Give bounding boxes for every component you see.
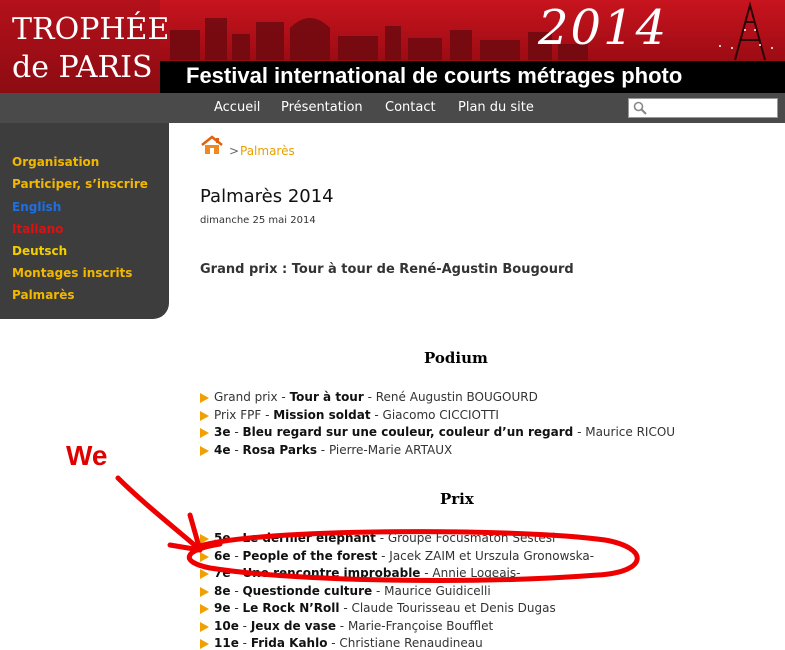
list-item: Prix FPF - Mission soldat - Giacomo CICC… — [200, 407, 675, 425]
content-corner — [169, 123, 785, 131]
list-item: 11e - Frida Kahlo - Christiane Renaudine… — [200, 635, 594, 650]
bullet-arrow-icon — [200, 410, 209, 421]
sidebar-item-montages-inscrits[interactable]: Montages inscrits — [12, 266, 132, 280]
list-item: 8e - Questionde culture - Maurice Guidic… — [200, 583, 594, 601]
list-item: 4e - Rosa Parks - Pierre-Marie ARTAUX — [200, 442, 675, 460]
sidebar-item-english[interactable]: English — [12, 200, 61, 214]
sidebar-item-palmares[interactable]: Palmarès — [12, 288, 74, 302]
home-icon[interactable] — [200, 135, 224, 155]
bullet-arrow-icon — [200, 586, 209, 597]
list-item: 6e - People of the forest - Jacek ZAIM e… — [200, 548, 594, 566]
list-item: 10e - Jeux de vase - Marie-Françoise Bou… — [200, 618, 594, 636]
bullet-arrow-icon — [200, 551, 209, 562]
logo-subtitle: de PARIS — [12, 50, 153, 85]
prix-heading: Prix — [440, 490, 474, 508]
page-title: Palmarès 2014 — [200, 186, 334, 207]
paris-skyline-illustration — [170, 1, 773, 60]
list-item: 5e - Le dernier éléphant - Groupe Focusm… — [200, 530, 594, 548]
nav-item-accueil[interactable]: Accueil — [214, 100, 260, 115]
bullet-arrow-icon — [200, 393, 209, 403]
list-item: 3e - Bleu regard sur une couleur, couleu… — [200, 424, 675, 442]
article-date: dimanche 25 mai 2014 — [200, 215, 316, 226]
bullet-arrow-icon — [200, 604, 209, 614]
bullet-arrow-icon — [200, 621, 209, 632]
list-item: 7e - Une rencontre improbable - Annie Lo… — [200, 565, 594, 583]
bullet-arrow-icon — [200, 569, 209, 579]
sidebar: Organisation Participer, s’inscrire Engl… — [0, 123, 169, 319]
nav-item-contact[interactable]: Contact — [385, 100, 436, 115]
site-banner: TROPHÉE de PARIS 2014 Festival internati… — [0, 0, 785, 93]
prix-list: 5e - Le dernier éléphant - Groupe Focusm… — [200, 530, 594, 650]
nav-item-presentation[interactable]: Présentation — [281, 100, 363, 115]
banner-year: 2014 — [538, 0, 669, 56]
list-item: Grand prix - Tour à tour - René Augustin… — [200, 389, 675, 407]
bullet-arrow-icon — [200, 534, 209, 544]
sidebar-item-italiano[interactable]: Italiano — [12, 222, 63, 236]
bullet-arrow-icon — [200, 445, 209, 456]
annotation-arrow-head — [167, 512, 203, 553]
banner-tagline: Festival international de courts métrage… — [186, 63, 683, 88]
nav-item-plan-du-site[interactable]: Plan du site — [458, 100, 534, 115]
sidebar-item-organisation[interactable]: Organisation — [12, 155, 99, 169]
logo-title: TROPHÉE — [12, 12, 170, 47]
grand-prix-heading: Grand prix : Tour à tour de René-Agustin… — [200, 262, 574, 277]
bullet-arrow-icon — [200, 639, 209, 649]
bullet-arrow-icon — [200, 428, 209, 438]
search-input[interactable] — [628, 98, 778, 118]
annotation-label: We — [66, 440, 108, 471]
podium-heading: Podium — [424, 349, 488, 367]
annotation-arrow-shaft — [115, 475, 201, 551]
site-logo[interactable]: TROPHÉE de PARIS — [0, 0, 169, 93]
sidebar-item-deutsch[interactable]: Deutsch — [12, 244, 67, 258]
search-icon[interactable] — [633, 101, 647, 115]
sidebar-item-participer[interactable]: Participer, s’inscrire — [12, 177, 148, 191]
breadcrumb-current[interactable]: Palmarès — [240, 144, 295, 158]
podium-list: Grand prix - Tour à tour - René Augustin… — [200, 389, 675, 459]
breadcrumb-separator: > — [229, 144, 240, 158]
list-item: 9e - Le Rock N’Roll - Claude Tourisseau … — [200, 600, 594, 618]
